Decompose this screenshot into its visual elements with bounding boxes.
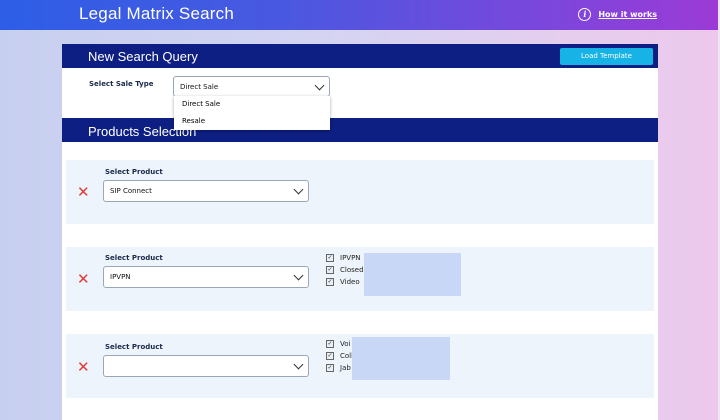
checkbox-checked-icon[interactable]: ✓ — [326, 266, 334, 274]
checkbox-checked-icon[interactable]: ✓ — [326, 278, 334, 286]
chevron-down-icon — [314, 80, 325, 90]
option-label: Jab — [340, 364, 351, 372]
checkbox-checked-icon[interactable]: ✓ — [326, 352, 334, 360]
option-label: Closed — [340, 266, 364, 274]
product-label: Select Product — [105, 343, 163, 351]
chevron-down-icon — [293, 270, 304, 281]
product-label: Select Product — [105, 168, 163, 176]
option-row[interactable]: ✓ Video — [326, 276, 364, 288]
product-value: IPVPN — [110, 273, 131, 281]
info-icon: i — [578, 8, 592, 21]
sale-type-label: Select Sale Type — [89, 80, 154, 88]
checkbox-checked-icon[interactable]: ✓ — [326, 364, 334, 372]
dropdown-option-resale[interactable]: Resale — [182, 117, 205, 125]
option-label: Video — [340, 278, 360, 286]
search-panel-title: New Search Query — [88, 49, 198, 64]
option-label: IPVPN — [340, 254, 361, 262]
sale-type-value: Direct Sale — [180, 82, 219, 91]
remove-icon[interactable]: ✕ — [77, 272, 90, 287]
product-select[interactable]: SIP Connect — [103, 180, 309, 202]
option-row[interactable]: ✓ Jab — [326, 362, 353, 374]
search-panel-body — [62, 68, 658, 118]
load-template-button[interactable]: Load Template — [560, 48, 653, 65]
option-row[interactable]: ✓ Voi — [326, 338, 353, 350]
product-select[interactable] — [103, 355, 309, 377]
checkbox-checked-icon[interactable]: ✓ — [326, 340, 334, 348]
help-link[interactable]: i How it works — [578, 8, 657, 21]
remove-icon[interactable]: ✕ — [77, 360, 90, 375]
option-row[interactable]: ✓ IPVPN — [326, 252, 364, 264]
help-link-label[interactable]: How it works — [598, 10, 657, 19]
redaction-block — [352, 337, 450, 380]
remove-icon[interactable]: ✕ — [77, 185, 90, 200]
dropdown-option-direct-sale[interactable]: Direct Sale — [182, 100, 220, 108]
product-value: SIP Connect — [110, 187, 152, 195]
app-title: Legal Matrix Search — [79, 4, 234, 23]
products-panel-header: Products Selection — [62, 118, 658, 142]
chevron-down-icon — [293, 359, 304, 370]
product-label: Select Product — [105, 254, 163, 262]
product-options: ✓ Voi ✓ Coll ✓ Jab — [326, 338, 353, 374]
option-row[interactable]: ✓ Coll — [326, 350, 353, 362]
sale-type-dropdown: Direct Sale Resale — [174, 96, 330, 130]
option-label: Voi — [340, 340, 351, 348]
product-select[interactable]: IPVPN — [103, 266, 309, 288]
sale-type-select[interactable]: Direct Sale — [173, 76, 330, 97]
redaction-block — [364, 253, 461, 296]
option-row[interactable]: ✓ Closed — [326, 264, 364, 276]
chevron-down-icon — [293, 184, 304, 195]
checkbox-checked-icon[interactable]: ✓ — [326, 254, 334, 262]
product-options: ✓ IPVPN ✓ Closed ✓ Video — [326, 252, 364, 288]
